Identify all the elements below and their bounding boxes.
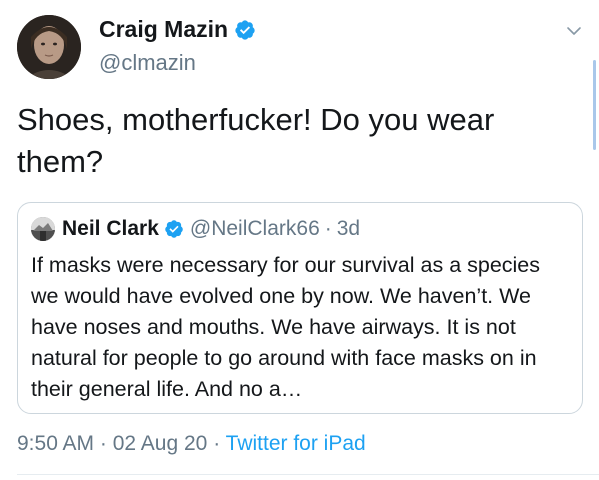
- separator-dot: ·: [324, 217, 332, 240]
- quoted-author-avatar: [31, 217, 55, 241]
- quoted-tweet-text: If masks were necessary for our survival…: [31, 253, 541, 401]
- separator-dot: ·: [99, 432, 107, 455]
- tweet-card: Craig Mazin @clmazin Shoes, motherfucker…: [0, 0, 599, 480]
- author-name-row[interactable]: Craig Mazin: [99, 16, 256, 43]
- tweet-source-link[interactable]: Twitter for iPad: [226, 432, 366, 455]
- avatar-image: [17, 15, 81, 79]
- separator-dot: ·: [213, 432, 221, 455]
- quoted-author-name: Neil Clark: [62, 217, 159, 240]
- quoted-author-handle: @NeilClark66: [189, 217, 320, 240]
- quoted-tweet-header: Neil Clark @NeilClark66 · 3d: [31, 217, 360, 241]
- author-handle[interactable]: @clmazin: [99, 50, 196, 76]
- quoted-timestamp: 3d: [336, 217, 361, 240]
- tweet-metadata: 9:50 AM · 02 Aug 20 · Twitter for iPad: [17, 432, 366, 456]
- quoted-avatar-image: [31, 217, 55, 241]
- chevron-down-icon[interactable]: [565, 22, 583, 40]
- author-avatar[interactable]: [17, 15, 81, 79]
- author-name[interactable]: Craig Mazin: [99, 16, 228, 43]
- tweet-date[interactable]: 02 Aug 20: [113, 432, 208, 455]
- scrollbar[interactable]: [593, 60, 596, 150]
- quoted-tweet[interactable]: Neil Clark @NeilClark66 · 3d If masks we…: [17, 202, 583, 414]
- verified-badge-icon: [235, 19, 255, 40]
- tweet-text: Shoes, motherfucker! Do you wear them?: [17, 102, 495, 179]
- divider: [17, 474, 599, 475]
- tweet-time[interactable]: 9:50 AM: [17, 432, 94, 455]
- verified-badge-icon: [165, 220, 183, 238]
